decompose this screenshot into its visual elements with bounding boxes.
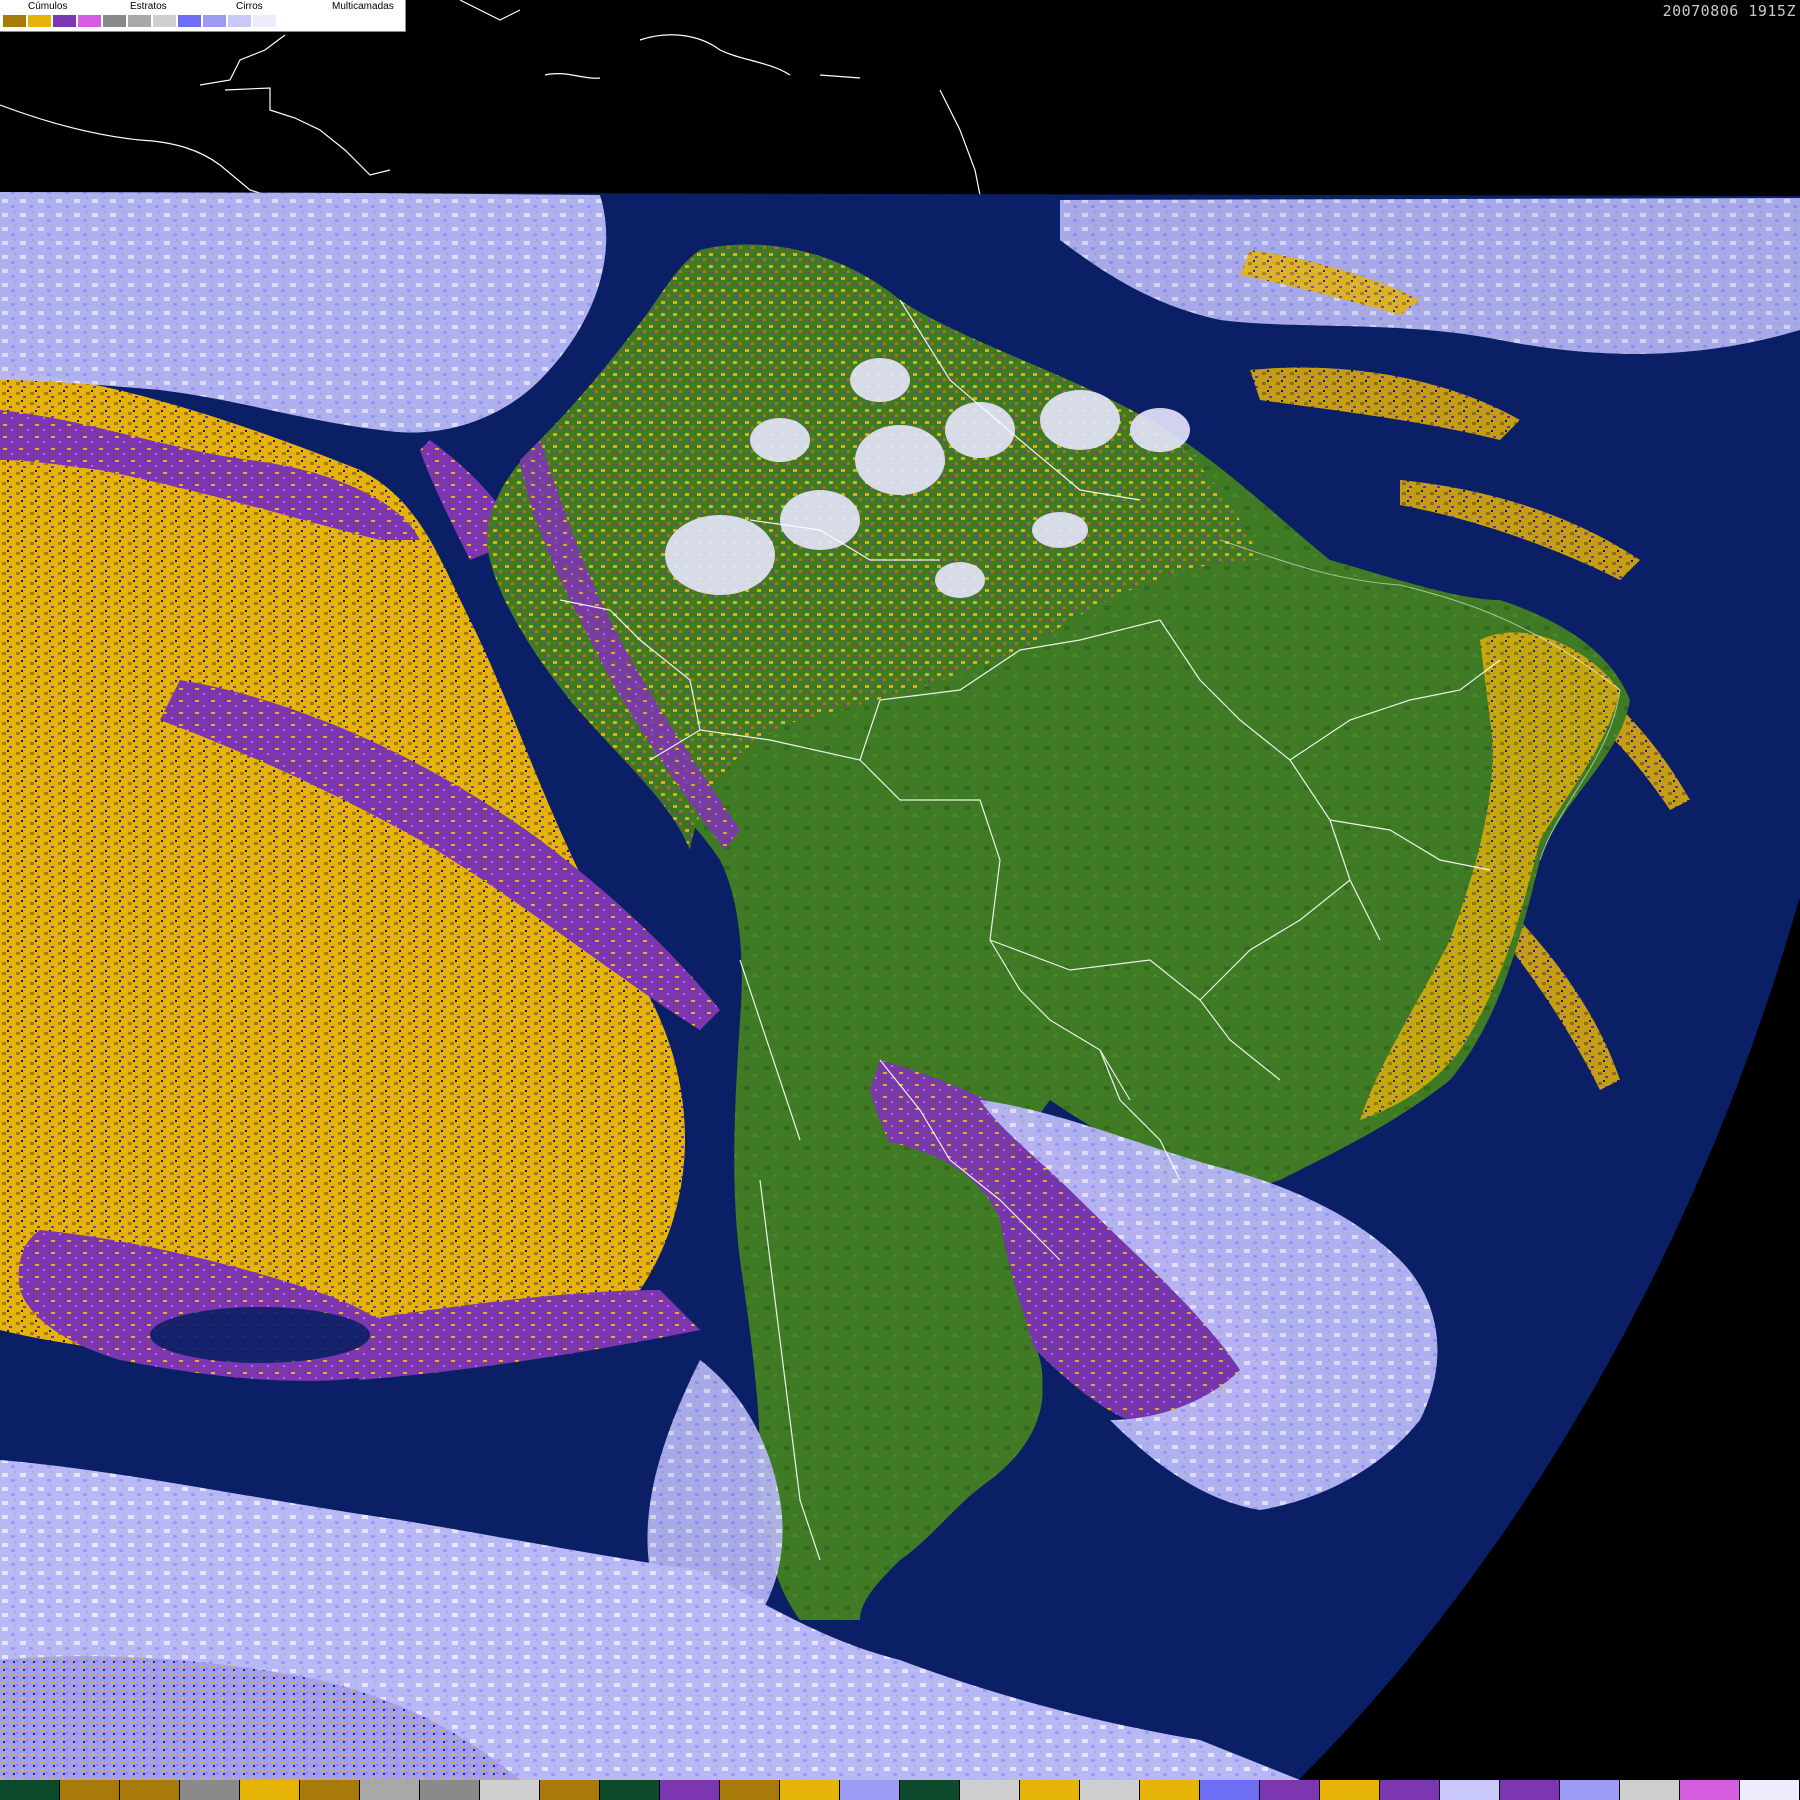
color-key-cell xyxy=(0,1780,60,1800)
color-key-cell xyxy=(1140,1780,1200,1800)
color-key-cell xyxy=(900,1780,960,1800)
cloud-type-legend: Cúmulos Estratos Cirros Multicamadas xyxy=(0,0,406,32)
color-key-cell xyxy=(120,1780,180,1800)
color-key-cell xyxy=(1620,1780,1680,1800)
legend-swatch xyxy=(177,14,202,28)
color-key-cell xyxy=(660,1780,720,1800)
color-key-cell xyxy=(1260,1780,1320,1800)
color-key-cell xyxy=(1560,1780,1620,1800)
legend-swatch xyxy=(77,14,102,28)
legend-swatch xyxy=(27,14,52,28)
legend-label-multilayer: Multicamadas xyxy=(332,1,394,12)
color-key-cell xyxy=(1080,1780,1140,1800)
color-key-cell xyxy=(420,1780,480,1800)
legend-swatch xyxy=(252,14,277,28)
color-key-cell xyxy=(840,1780,900,1800)
color-key-cell xyxy=(60,1780,120,1800)
legend-label-cumulus: Cúmulos xyxy=(28,1,68,12)
color-key-cell xyxy=(1380,1780,1440,1800)
color-key-cell xyxy=(180,1780,240,1800)
color-key-cell xyxy=(360,1780,420,1800)
legend-swatch xyxy=(127,14,152,28)
color-key-cell xyxy=(720,1780,780,1800)
color-key-cell xyxy=(300,1780,360,1800)
legend-label-cirrus: Cirros xyxy=(236,1,263,12)
pacific-clear-patch xyxy=(150,1307,370,1363)
south-atlantic-clear-ocean xyxy=(880,1530,1160,1670)
color-key-cell xyxy=(1500,1780,1560,1800)
legend-swatch xyxy=(152,14,177,28)
color-key-cell xyxy=(600,1780,660,1800)
legend-label-stratus: Estratos xyxy=(130,1,167,12)
color-key-cell xyxy=(1020,1780,1080,1800)
image-timestamp: 20070806 1915Z xyxy=(1662,2,1796,20)
legend-swatch xyxy=(2,14,27,28)
color-key-cell xyxy=(1440,1780,1500,1800)
color-key-strip xyxy=(0,1780,1800,1800)
satellite-cloud-map xyxy=(0,0,1800,1800)
legend-swatch xyxy=(202,14,227,28)
color-key-cell xyxy=(1680,1780,1740,1800)
legend-swatch xyxy=(102,14,127,28)
color-key-cell xyxy=(1740,1780,1800,1800)
color-key-cell xyxy=(780,1780,840,1800)
legend-swatch xyxy=(52,14,77,28)
color-key-cell xyxy=(1200,1780,1260,1800)
color-key-cell xyxy=(960,1780,1020,1800)
color-key-cell xyxy=(1320,1780,1380,1800)
color-key-cell xyxy=(540,1780,600,1800)
legend-swatch xyxy=(227,14,252,28)
color-key-cell xyxy=(240,1780,300,1800)
color-key-cell xyxy=(480,1780,540,1800)
